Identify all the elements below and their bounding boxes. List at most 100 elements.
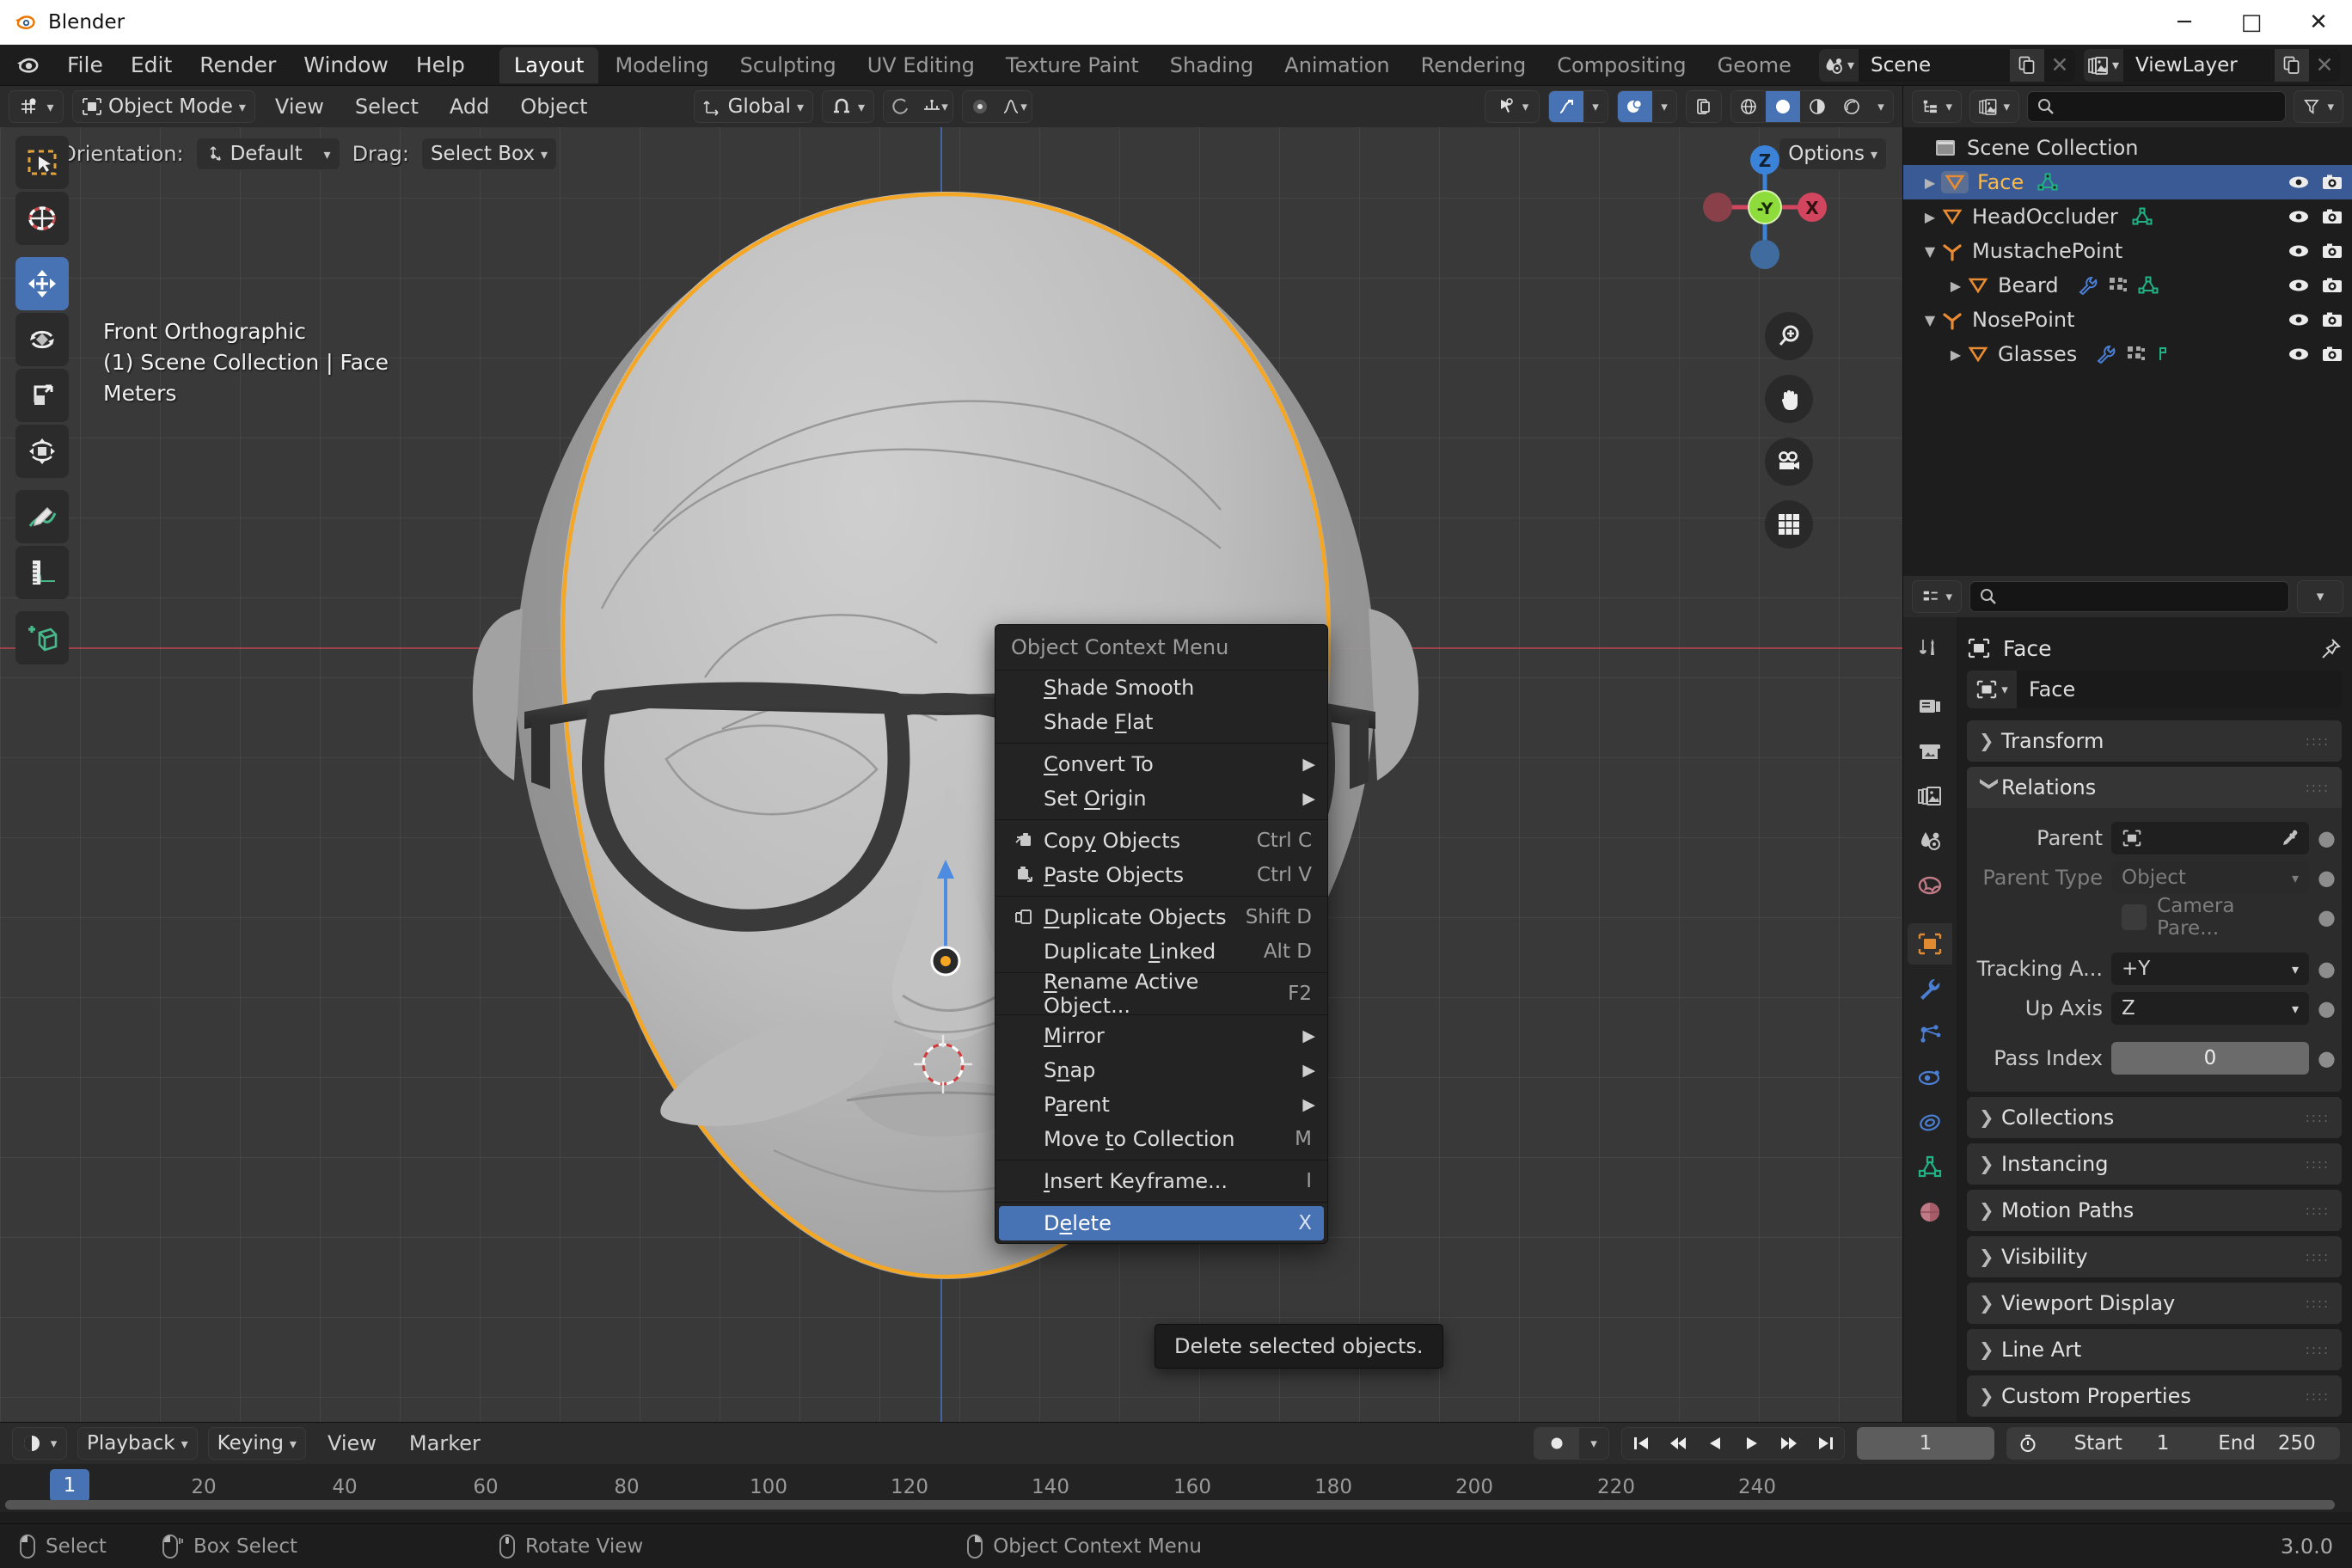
viewport-3d[interactable]: Front Orthographic (1) Scene Collection … xyxy=(0,127,1902,1422)
tab-world[interactable] xyxy=(1908,865,1952,906)
use-preview-range-icon[interactable] xyxy=(2007,1428,2049,1459)
jump-to-next-keyframe-button[interactable] xyxy=(1770,1428,1807,1459)
outliner-display-mode-button[interactable]: ▾ xyxy=(1969,90,2019,123)
overlay-dropdown[interactable]: ▾ xyxy=(1652,91,1676,122)
field-parent[interactable] xyxy=(2111,822,2309,854)
menu-render[interactable]: Render xyxy=(186,48,290,82)
viewport-menu-select[interactable]: Select xyxy=(344,91,430,122)
viewlayer-name[interactable]: ViewLayer xyxy=(2123,49,2275,82)
panel-collections[interactable]: ❯ Collections :::: xyxy=(1967,1097,2342,1138)
jump-to-start-button[interactable] xyxy=(1622,1428,1659,1459)
properties-editor-type-button[interactable]: ▾ xyxy=(1912,580,1962,613)
menu-item-delete[interactable]: Delete X xyxy=(999,1206,1324,1240)
expand-arrow-icon[interactable]: ▶ xyxy=(1919,175,1941,191)
material-preview-button[interactable] xyxy=(1800,91,1834,122)
proportional-edit-toggle[interactable] xyxy=(884,91,918,122)
playback-menu[interactable]: Playback ▾ xyxy=(77,1427,198,1460)
orientation-dropdown[interactable]: Default ▾ xyxy=(196,138,340,170)
menu-item-set-origin[interactable]: Set Origin ▶ xyxy=(995,781,1327,816)
panel-relations[interactable]: ❯ Relations :::: xyxy=(1967,767,2342,808)
timeline-ruler[interactable]: 1 20 40 60 80 100 120 140 160 180 200 22… xyxy=(0,1464,2352,1512)
scene-name[interactable]: Scene xyxy=(1859,49,2010,82)
show-gizmo-toggle[interactable] xyxy=(1549,91,1583,122)
drag-handle-icon[interactable]: :::: xyxy=(2306,780,2330,795)
drag-handle-icon[interactable]: :::: xyxy=(2306,1342,2330,1357)
menu-item-insert-keyframe[interactable]: Insert Keyframe... I xyxy=(995,1164,1327,1198)
menu-file[interactable]: File xyxy=(53,48,117,82)
camera-icon[interactable] xyxy=(2321,207,2343,226)
tab-sculpting[interactable]: Sculpting xyxy=(726,47,851,83)
tool-add-cube[interactable] xyxy=(15,611,69,665)
tool-scale[interactable] xyxy=(15,369,69,422)
panel-viewport-display[interactable]: ❯ Viewport Display :::: xyxy=(1967,1283,2342,1324)
tool-tweak[interactable] xyxy=(15,136,69,189)
properties-search-input[interactable] xyxy=(1969,581,2289,612)
xray-group[interactable] xyxy=(1686,90,1722,123)
menu-item-paste-objects[interactable]: Paste Objects Ctrl V xyxy=(995,858,1327,892)
checkbox-camera-parent[interactable] xyxy=(2122,904,2147,930)
jump-to-end-button[interactable] xyxy=(1807,1428,1844,1459)
tab-modifiers[interactable] xyxy=(1908,968,1952,1009)
camera-icon[interactable] xyxy=(2321,345,2343,364)
current-frame-field[interactable]: 1 xyxy=(1857,1427,1994,1460)
end-frame-field[interactable]: End 250 xyxy=(2195,1428,2339,1459)
viewlayer-selector[interactable]: ▾ ViewLayer ✕ xyxy=(2084,49,2340,82)
tool-annotate[interactable] xyxy=(15,490,69,543)
menu-item-duplicate-objects[interactable]: Duplicate Objects Shift D xyxy=(995,900,1327,934)
panel-custom-properties[interactable]: ❯ Custom Properties :::: xyxy=(1967,1375,2342,1417)
outliner-row-headoccluder[interactable]: ▶ HeadOccluder xyxy=(1903,199,2352,234)
tab-object[interactable] xyxy=(1908,923,1952,965)
eye-icon[interactable] xyxy=(2288,242,2310,260)
auto-keying-toggle[interactable] xyxy=(1534,1428,1579,1459)
collapse-arrow-icon[interactable]: ▼ xyxy=(1919,243,1941,260)
panel-visibility[interactable]: ❯ Visibility :::: xyxy=(1967,1236,2342,1277)
menu-item-convert-to[interactable]: Convert To ▶ xyxy=(995,747,1327,781)
menu-item-copy-objects[interactable]: Copy Objects Ctrl C xyxy=(995,824,1327,858)
falloff-curve-icon[interactable]: ▾ xyxy=(997,91,1032,122)
drag-handle-icon[interactable]: :::: xyxy=(2306,1295,2330,1311)
tool-rotate[interactable] xyxy=(15,313,69,366)
object-type-picker[interactable]: ▾ xyxy=(1967,671,2017,708)
minimize-button[interactable]: ─ xyxy=(2151,0,2218,45)
tab-geometry-nodes[interactable]: Geome xyxy=(1703,47,1806,83)
editor-type-button[interactable]: ▾ xyxy=(9,90,64,123)
eye-icon[interactable] xyxy=(2288,310,2310,329)
timeline-editor-type-button[interactable]: ▾ xyxy=(12,1427,67,1460)
tool-move[interactable] xyxy=(15,257,69,310)
tool-measure[interactable] xyxy=(15,546,69,599)
tab-modeling[interactable]: Modeling xyxy=(600,47,723,83)
tab-rendering[interactable]: Rendering xyxy=(1406,47,1541,83)
menu-item-rename-active-object[interactable]: Rename Active Object... F2 xyxy=(995,977,1327,1011)
outliner-row-face[interactable]: ▶ Face xyxy=(1903,165,2352,199)
play-button[interactable] xyxy=(1733,1428,1770,1459)
panel-instancing[interactable]: ❯ Instancing :::: xyxy=(1967,1143,2342,1185)
snap-magnet-button[interactable]: ▾ xyxy=(822,90,874,123)
menu-edit[interactable]: Edit xyxy=(117,48,186,82)
visibility-selector[interactable]: ▾ xyxy=(1485,90,1540,123)
close-button[interactable]: ✕ xyxy=(2285,0,2352,45)
menu-item-snap[interactable]: Snap ▶ xyxy=(995,1053,1327,1087)
drag-handle-icon[interactable]: :::: xyxy=(2306,1388,2330,1404)
outliner-row-glasses[interactable]: ▶ Glasses xyxy=(1903,337,2352,371)
camera-icon[interactable] xyxy=(2321,276,2343,295)
tab-object-data[interactable] xyxy=(1908,1147,1952,1188)
tab-texture-paint[interactable]: Texture Paint xyxy=(991,47,1154,83)
object-context-menu[interactable]: Object Context Menu Shade Smooth Shade F… xyxy=(995,624,1328,1244)
unlink-scene-icon[interactable]: ✕ xyxy=(2044,49,2075,82)
drag-handle-icon[interactable]: :::: xyxy=(2306,1110,2330,1125)
outliner-row-scene-collection[interactable]: Scene Collection xyxy=(1903,131,2352,165)
panel-motion-paths[interactable]: ❯ Motion Paths :::: xyxy=(1967,1190,2342,1231)
object-name-input[interactable] xyxy=(2017,671,2342,708)
solid-shading-button[interactable] xyxy=(1766,91,1800,122)
falloff-group[interactable]: ▾ xyxy=(962,90,1032,123)
menu-help[interactable]: Help xyxy=(402,48,479,82)
toggle-xray[interactable] xyxy=(1687,91,1721,122)
tab-particles[interactable] xyxy=(1908,1013,1952,1054)
play-reverse-button[interactable] xyxy=(1696,1428,1733,1459)
animate-dot-icon[interactable]: ● xyxy=(2318,866,2333,890)
keying-menu[interactable]: Keying ▾ xyxy=(208,1427,306,1460)
proportional-falloff-icon[interactable] xyxy=(963,91,997,122)
frame-range-group[interactable]: Start 1 End 250 xyxy=(2006,1427,2340,1460)
eye-icon[interactable] xyxy=(2288,276,2310,295)
outliner-row-nosepoint[interactable]: ▼ NosePoint xyxy=(1903,303,2352,337)
